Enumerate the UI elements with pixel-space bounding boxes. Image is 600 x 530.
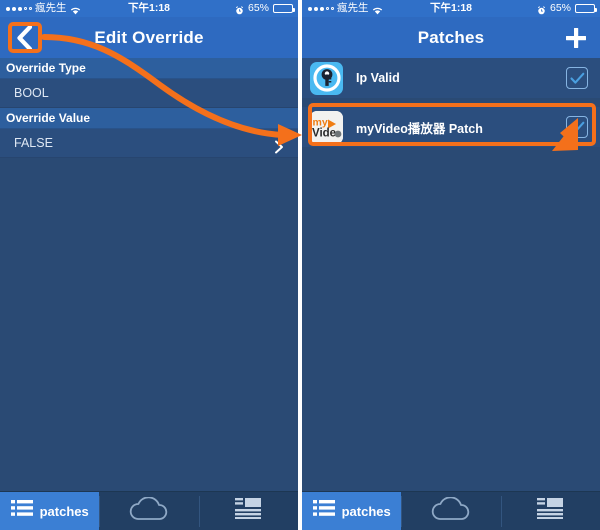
- table-row[interactable]: my Vide myVideo播放器 Patch: [302, 107, 600, 148]
- battery-icon: [575, 4, 597, 13]
- battery-percentage: 65%: [247, 2, 269, 14]
- chevron-left-icon: [16, 25, 32, 51]
- override-type-section-header: Override Type: [0, 58, 298, 79]
- left-screen-panel: 瘋先生 下午1:18 65% Edit Override Override Ty…: [0, 0, 298, 530]
- tab-patches-label: patches: [39, 503, 89, 519]
- page-title: Patches: [417, 27, 485, 47]
- panel-divider: [298, 0, 302, 530]
- list-lines-icon: [10, 500, 33, 522]
- news-article-icon: [235, 498, 262, 524]
- table-row[interactable]: Ip Valid: [302, 58, 600, 99]
- tab-patches[interactable]: patches: [302, 492, 402, 530]
- override-value-row[interactable]: FALSE: [0, 129, 298, 158]
- add-patch-button[interactable]: [564, 26, 588, 50]
- page-title: Edit Override: [94, 27, 204, 47]
- override-value-section-header: Override Value: [0, 108, 298, 129]
- checkmark-icon: [569, 72, 584, 84]
- patch-name: myVideo播放器 Patch: [356, 121, 483, 136]
- status-bar-left: 瘋先生 下午1:18 65%: [0, 0, 298, 17]
- battery-percentage: 65%: [549, 2, 571, 14]
- battery-icon: [273, 4, 295, 13]
- patch-enabled-checkbox[interactable]: [566, 116, 588, 138]
- override-type-value: BOOL: [14, 86, 49, 100]
- chevron-right-icon: [272, 136, 286, 154]
- tab-bar-right: patches: [302, 491, 600, 530]
- myvideo-app-icon: my Vide: [310, 110, 343, 144]
- tab-cloud[interactable]: [401, 492, 500, 530]
- list-lines-icon: [312, 500, 335, 522]
- right-screen-panel: 瘋先生 下午1:18 65% Patches Ip Valid my Vide …: [302, 0, 600, 530]
- override-type-value-row[interactable]: BOOL: [0, 79, 298, 108]
- override-value-value: FALSE: [14, 136, 53, 150]
- tab-cloud[interactable]: [99, 492, 198, 530]
- checkmark-icon: [569, 121, 584, 133]
- tab-patches[interactable]: patches: [0, 492, 100, 530]
- news-article-icon: [537, 498, 564, 524]
- tab-bar-left: patches: [0, 491, 298, 530]
- cloud-icon: [430, 495, 472, 526]
- screenshot-stage: 瘋先生 下午1:18 65% Edit Override Override Ty…: [0, 0, 600, 530]
- status-bar-right-right-group: 65%: [537, 0, 597, 17]
- status-bar-right: 瘋先生 下午1:18 65%: [302, 0, 600, 17]
- key-lock-app-icon: [310, 61, 343, 95]
- tab-news[interactable]: [500, 492, 600, 530]
- alarm-clock-icon: [235, 4, 244, 15]
- navigation-bar-right: Patches: [302, 17, 600, 58]
- patch-name: Ip Valid: [356, 71, 400, 85]
- svg-text:Vide: Vide: [312, 127, 336, 139]
- patch-enabled-checkbox[interactable]: [566, 67, 588, 89]
- alarm-clock-icon: [537, 4, 546, 15]
- status-bar-right-group: 65%: [235, 0, 295, 17]
- tab-news[interactable]: [198, 492, 298, 530]
- back-button[interactable]: [10, 24, 38, 52]
- navigation-bar-left: Edit Override: [0, 17, 298, 58]
- plus-icon: [566, 28, 586, 48]
- tab-patches-label: patches: [341, 503, 391, 519]
- cloud-icon: [128, 495, 170, 526]
